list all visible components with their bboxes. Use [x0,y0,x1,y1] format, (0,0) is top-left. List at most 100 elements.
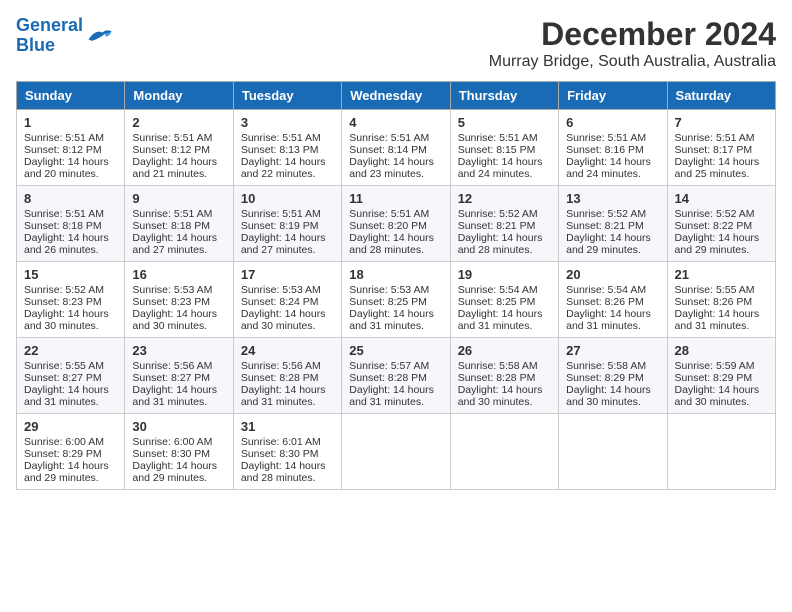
sunrise-label: Sunrise: 5:55 AM [24,360,104,372]
calendar-cell: 26 Sunrise: 5:58 AM Sunset: 8:28 PM Dayl… [450,338,558,414]
sunset-label: Sunset: 8:25 PM [458,296,536,308]
calendar-cell: 11 Sunrise: 5:51 AM Sunset: 8:20 PM Dayl… [342,186,450,262]
sunset-label: Sunset: 8:15 PM [458,144,536,156]
sunset-label: Sunset: 8:30 PM [132,448,210,460]
calendar-cell: 31 Sunrise: 6:01 AM Sunset: 8:30 PM Dayl… [233,414,341,490]
sunset-label: Sunset: 8:28 PM [241,372,319,384]
calendar-week-row: 1 Sunrise: 5:51 AM Sunset: 8:12 PM Dayli… [17,110,776,186]
calendar-cell: 2 Sunrise: 5:51 AM Sunset: 8:12 PM Dayli… [125,110,233,186]
sunrise-label: Sunrise: 5:51 AM [24,208,104,220]
day-number: 8 [24,191,117,206]
day-number: 3 [241,115,334,130]
day-number: 5 [458,115,551,130]
daylight-label: Daylight: 14 hours and 25 minutes. [675,156,760,180]
sunrise-label: Sunrise: 5:54 AM [458,284,538,296]
calendar-cell: 10 Sunrise: 5:51 AM Sunset: 8:19 PM Dayl… [233,186,341,262]
calendar-week-row: 22 Sunrise: 5:55 AM Sunset: 8:27 PM Dayl… [17,338,776,414]
sunset-label: Sunset: 8:17 PM [675,144,753,156]
calendar-cell: 7 Sunrise: 5:51 AM Sunset: 8:17 PM Dayli… [667,110,775,186]
daylight-label: Daylight: 14 hours and 27 minutes. [241,232,326,256]
sunset-label: Sunset: 8:29 PM [24,448,102,460]
sunset-label: Sunset: 8:29 PM [675,372,753,384]
day-number: 6 [566,115,659,130]
calendar-cell: 25 Sunrise: 5:57 AM Sunset: 8:28 PM Dayl… [342,338,450,414]
sunset-label: Sunset: 8:23 PM [24,296,102,308]
day-number: 1 [24,115,117,130]
sunset-label: Sunset: 8:18 PM [132,220,210,232]
calendar-cell: 8 Sunrise: 5:51 AM Sunset: 8:18 PM Dayli… [17,186,125,262]
calendar-cell: 21 Sunrise: 5:55 AM Sunset: 8:26 PM Dayl… [667,262,775,338]
calendar-cell: 30 Sunrise: 6:00 AM Sunset: 8:30 PM Dayl… [125,414,233,490]
sunset-label: Sunset: 8:22 PM [675,220,753,232]
sunset-label: Sunset: 8:12 PM [132,144,210,156]
daylight-label: Daylight: 14 hours and 23 minutes. [349,156,434,180]
calendar-cell: 3 Sunrise: 5:51 AM Sunset: 8:13 PM Dayli… [233,110,341,186]
daylight-label: Daylight: 14 hours and 31 minutes. [24,384,109,408]
day-number: 13 [566,191,659,206]
sunset-label: Sunset: 8:21 PM [458,220,536,232]
sunset-label: Sunset: 8:29 PM [566,372,644,384]
daylight-label: Daylight: 14 hours and 31 minutes. [349,308,434,332]
day-number: 10 [241,191,334,206]
daylight-label: Daylight: 14 hours and 21 minutes. [132,156,217,180]
sunrise-label: Sunrise: 6:00 AM [132,436,212,448]
title-area: December 2024 Murray Bridge, South Austr… [489,16,776,71]
logo: General Blue [16,16,113,56]
sunrise-label: Sunrise: 5:55 AM [675,284,755,296]
day-number: 14 [675,191,768,206]
sunrise-label: Sunrise: 5:52 AM [24,284,104,296]
calendar-cell [450,414,558,490]
day-number: 7 [675,115,768,130]
sunrise-label: Sunrise: 6:01 AM [241,436,321,448]
sunset-label: Sunset: 8:25 PM [349,296,427,308]
day-number: 24 [241,343,334,358]
sunrise-label: Sunrise: 5:54 AM [566,284,646,296]
sunrise-label: Sunrise: 5:53 AM [241,284,321,296]
day-number: 29 [24,419,117,434]
logo-bird-icon [85,25,113,47]
sunrise-label: Sunrise: 5:51 AM [241,132,321,144]
sunrise-label: Sunrise: 5:51 AM [132,208,212,220]
daylight-label: Daylight: 14 hours and 30 minutes. [132,308,217,332]
day-number: 21 [675,267,768,282]
sunrise-label: Sunrise: 5:58 AM [566,360,646,372]
sunset-label: Sunset: 8:13 PM [241,144,319,156]
calendar-cell: 13 Sunrise: 5:52 AM Sunset: 8:21 PM Dayl… [559,186,667,262]
sunrise-label: Sunrise: 5:59 AM [675,360,755,372]
sunrise-label: Sunrise: 5:52 AM [675,208,755,220]
calendar-day-header: Monday [125,82,233,110]
sunset-label: Sunset: 8:26 PM [566,296,644,308]
daylight-label: Daylight: 14 hours and 22 minutes. [241,156,326,180]
calendar-cell: 6 Sunrise: 5:51 AM Sunset: 8:16 PM Dayli… [559,110,667,186]
daylight-label: Daylight: 14 hours and 24 minutes. [458,156,543,180]
logo-blue: Blue [16,35,55,55]
daylight-label: Daylight: 14 hours and 27 minutes. [132,232,217,256]
daylight-label: Daylight: 14 hours and 29 minutes. [132,460,217,484]
sunrise-label: Sunrise: 5:52 AM [458,208,538,220]
sunrise-label: Sunrise: 5:51 AM [675,132,755,144]
sunset-label: Sunset: 8:19 PM [241,220,319,232]
daylight-label: Daylight: 14 hours and 28 minutes. [241,460,326,484]
sunset-label: Sunset: 8:26 PM [675,296,753,308]
sunrise-label: Sunrise: 5:53 AM [349,284,429,296]
calendar-cell: 23 Sunrise: 5:56 AM Sunset: 8:27 PM Dayl… [125,338,233,414]
calendar-day-header: Wednesday [342,82,450,110]
day-number: 28 [675,343,768,358]
sunset-label: Sunset: 8:24 PM [241,296,319,308]
sunset-label: Sunset: 8:27 PM [24,372,102,384]
calendar-cell: 1 Sunrise: 5:51 AM Sunset: 8:12 PM Dayli… [17,110,125,186]
day-number: 23 [132,343,225,358]
sunset-label: Sunset: 8:28 PM [458,372,536,384]
daylight-label: Daylight: 14 hours and 30 minutes. [241,308,326,332]
day-number: 16 [132,267,225,282]
calendar-cell: 20 Sunrise: 5:54 AM Sunset: 8:26 PM Dayl… [559,262,667,338]
sunset-label: Sunset: 8:12 PM [24,144,102,156]
daylight-label: Daylight: 14 hours and 30 minutes. [24,308,109,332]
calendar-week-row: 8 Sunrise: 5:51 AM Sunset: 8:18 PM Dayli… [17,186,776,262]
daylight-label: Daylight: 14 hours and 24 minutes. [566,156,651,180]
calendar-cell: 4 Sunrise: 5:51 AM Sunset: 8:14 PM Dayli… [342,110,450,186]
calendar-cell: 15 Sunrise: 5:52 AM Sunset: 8:23 PM Dayl… [17,262,125,338]
sunset-label: Sunset: 8:16 PM [566,144,644,156]
daylight-label: Daylight: 14 hours and 30 minutes. [675,384,760,408]
daylight-label: Daylight: 14 hours and 26 minutes. [24,232,109,256]
